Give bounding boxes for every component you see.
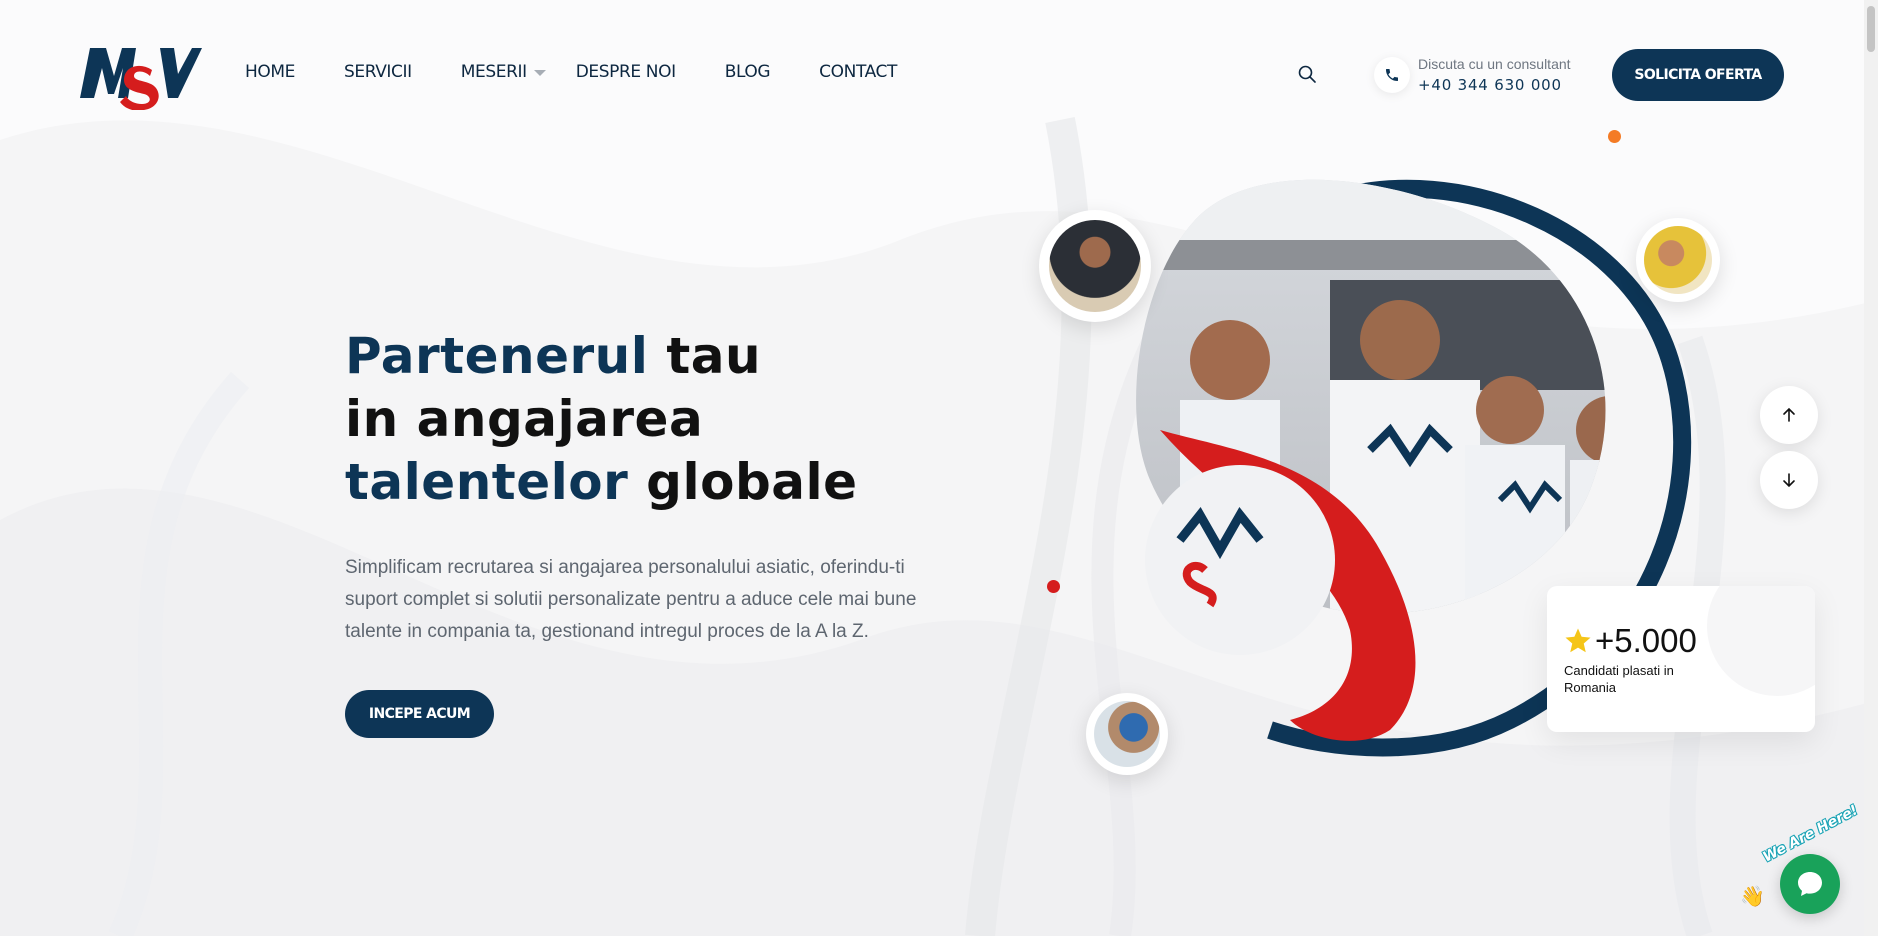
nav-servicii[interactable]: SERVICII xyxy=(344,62,412,82)
phone-number[interactable]: +40 344 630 000 xyxy=(1418,76,1571,94)
wave-hand-icon: 👋 xyxy=(1740,884,1765,908)
hero-section: Partenerul tau in angajarea talentelor g… xyxy=(345,325,945,738)
start-now-button[interactable]: INCEPE ACUM xyxy=(345,690,494,738)
phone-label: Discuta cu un consultant xyxy=(1418,56,1571,72)
nav-despre-noi[interactable]: DESPRE NOI xyxy=(576,62,676,82)
chevron-down-icon xyxy=(533,70,546,76)
nav-meserii-label: MESERII xyxy=(460,62,527,82)
stat-card: +5.000 Candidati plasati in Romania xyxy=(1547,586,1815,732)
hero-title-rest-1: tau xyxy=(648,327,762,385)
red-dot xyxy=(1047,580,1060,593)
main-nav: HOME SERVICII MESERII DESPRE NOI BLOG CO… xyxy=(245,62,946,82)
avatar-worker-yellow xyxy=(1636,218,1720,302)
stat-number: +5.000 xyxy=(1595,622,1697,659)
hero-title-accent-1: Partenerul xyxy=(345,327,649,385)
request-offer-button[interactable]: SOLICITA OFERTA xyxy=(1612,49,1784,101)
nav-contact-label: CONTACT xyxy=(819,62,897,82)
chat-bubble-icon xyxy=(1798,872,1822,896)
search-icon[interactable] xyxy=(1297,64,1317,84)
hero-title-accent-3: talentelor xyxy=(345,453,629,511)
slide-up-button[interactable] xyxy=(1760,386,1818,444)
hero-title-rest-3: globale xyxy=(628,453,858,511)
hero-subtitle: Simplificam recrutarea si angajarea pers… xyxy=(345,557,917,642)
stat-value: +5.000 xyxy=(1563,622,1697,660)
nav-home[interactable]: HOME xyxy=(245,62,295,82)
nav-servicii-label: SERVICII xyxy=(343,62,412,82)
phone-icon xyxy=(1374,57,1410,93)
nav-meserii[interactable]: MESERII xyxy=(461,62,546,82)
star-icon xyxy=(1565,628,1591,653)
slide-down-button[interactable] xyxy=(1760,451,1818,509)
arrow-up-icon xyxy=(1783,407,1795,422)
nav-blog[interactable]: BLOG xyxy=(724,62,771,82)
hero-title: Partenerul tau in angajarea talentelor g… xyxy=(345,325,945,514)
avatar-worker-apron xyxy=(1039,210,1151,322)
hero-title-line-2: in angajarea xyxy=(345,390,704,448)
avatar-worker-factory xyxy=(1086,693,1168,775)
nav-despre-noi-label: DESPRE NOI xyxy=(575,62,676,82)
nav-blog-label: BLOG xyxy=(724,62,771,82)
chat-button[interactable] xyxy=(1780,854,1840,914)
phone-contact[interactable]: Discuta cu un consultant +40 344 630 000 xyxy=(1418,56,1571,94)
nav-home-label: HOME xyxy=(245,62,295,82)
scrollbar[interactable] xyxy=(1864,0,1878,936)
chat-widget[interactable]: We Are Here! 👋 xyxy=(1740,802,1870,930)
scrollbar-thumb[interactable] xyxy=(1867,6,1875,52)
nav-contact[interactable]: CONTACT xyxy=(819,62,897,82)
arrow-down-icon xyxy=(1783,473,1795,488)
site-header: HOME SERVICII MESERII DESPRE NOI BLOG CO… xyxy=(0,0,1878,150)
stat-label: Candidati plasati in Romania xyxy=(1564,663,1674,695)
logo[interactable] xyxy=(78,40,202,111)
